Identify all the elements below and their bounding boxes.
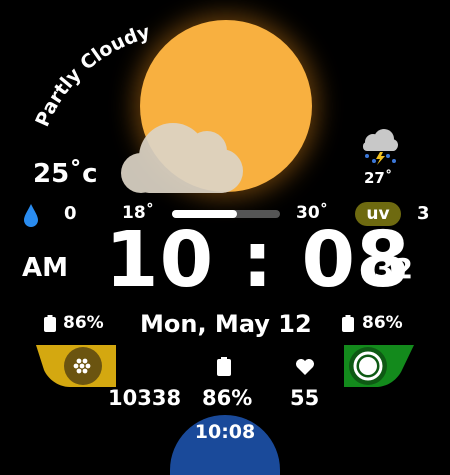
weather-condition-label: Partly Cloudy (31, 21, 153, 130)
uv-index-value: 3 (417, 203, 430, 224)
battery-left-value: 86% (63, 313, 104, 333)
date: Mon, May 12 (140, 310, 312, 338)
battery-center-value: 86% (202, 386, 253, 410)
battery-right-value: 86% (362, 313, 403, 333)
current-temperature: 25˚c (33, 159, 98, 189)
water-drop-icon (24, 204, 38, 227)
left-shortcut-button[interactable] (30, 344, 120, 392)
right-shortcut-button[interactable] (340, 344, 420, 392)
main-time: 10 : 08 (105, 216, 411, 305)
battery-icon (217, 357, 231, 376)
battery-icon (342, 315, 354, 332)
storm-cloud-icon (363, 129, 398, 165)
forecast-temperature: 27˚ (364, 169, 393, 187)
battery-icon (44, 315, 56, 332)
steps-count: 10338 (108, 386, 182, 410)
ampm-indicator: AM (22, 253, 68, 283)
seconds: 32 (374, 252, 413, 285)
heart-rate-value: 55 (290, 386, 320, 410)
humidity-value: 0 (64, 203, 77, 224)
heart-icon (296, 359, 314, 375)
svg-text:Partly Cloudy: Partly Cloudy (31, 21, 153, 130)
bottom-time: 10:08 (194, 421, 256, 443)
